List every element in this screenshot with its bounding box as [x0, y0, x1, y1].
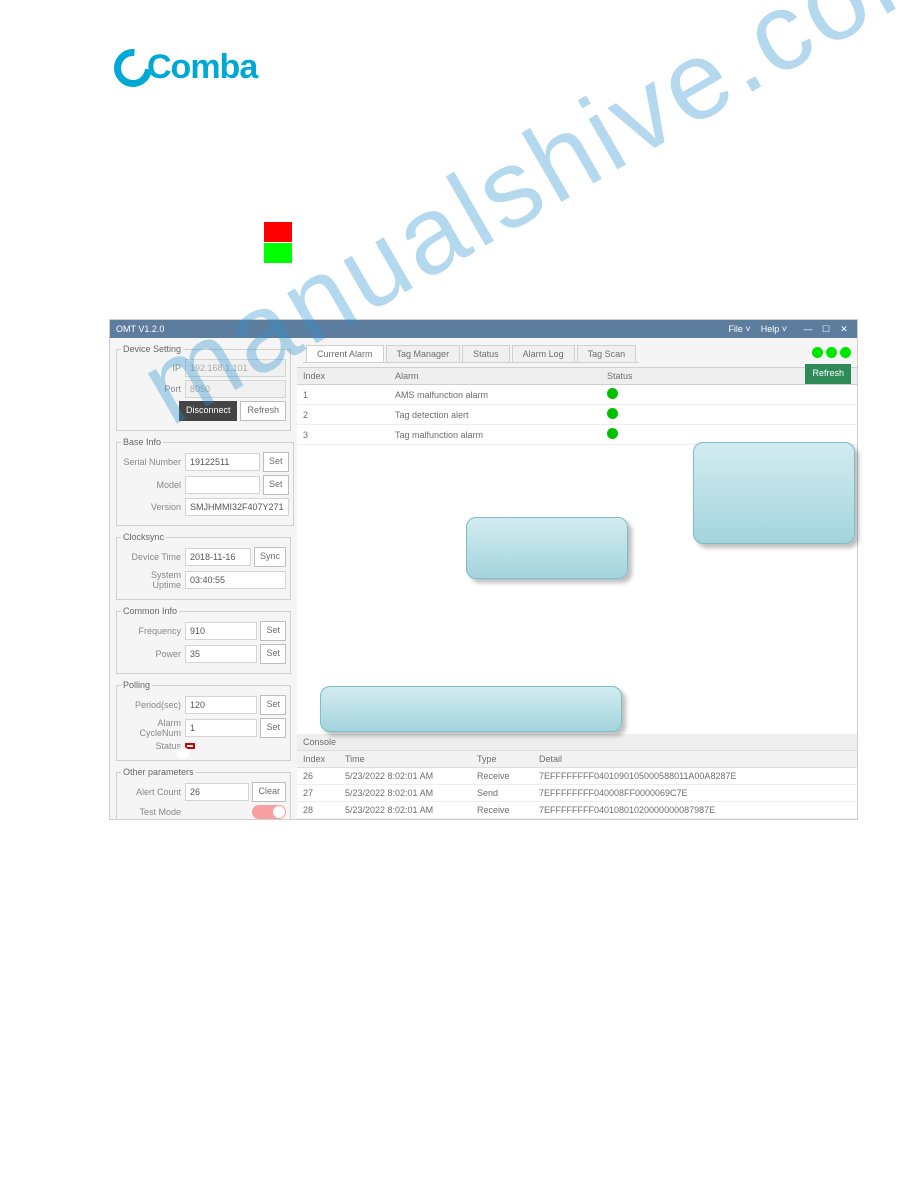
cycle-input[interactable]: 1 — [185, 719, 257, 737]
sidebar: Device Setting IP 192.168.1.101 Port 805… — [110, 338, 297, 819]
tab-tag-manager[interactable]: Tag Manager — [386, 345, 461, 362]
tab-alarm-log[interactable]: Alarm Log — [512, 345, 575, 362]
status-dots — [812, 347, 851, 358]
window-minimize[interactable]: — — [801, 324, 815, 334]
refresh-button[interactable]: Refresh — [240, 401, 286, 421]
col-status: Status — [601, 368, 683, 384]
status-dot-icon — [826, 347, 837, 358]
port-label: Port — [121, 384, 185, 394]
serial-input[interactable]: 19122511 — [185, 453, 260, 471]
alarm-row[interactable]: 2 Tag detection alert — [297, 405, 857, 425]
console-row: 27 5/23/2022 8:02:01 AM Send 7EFFFFFFFF0… — [297, 785, 857, 802]
callout-bubble — [693, 442, 855, 544]
console-panel: Console Index Time Type Detail 26 5/23/2… — [297, 734, 857, 819]
col-index: Index — [297, 368, 389, 384]
callout-bubble — [466, 517, 628, 579]
menu-file[interactable]: File ˅ — [728, 324, 750, 334]
window-title: OMT V1.2.0 — [116, 324, 164, 334]
freq-label: Frequency — [121, 626, 185, 636]
window-close[interactable]: ✕ — [837, 324, 851, 335]
power-input[interactable]: 35 — [185, 645, 257, 663]
console-col-time: Time — [339, 751, 471, 767]
ip-input[interactable]: 192.168.1.101 — [185, 359, 286, 377]
console-row: 26 5/23/2022 8:02:01 AM Receive 7EFFFFFF… — [297, 768, 857, 785]
disconnect-button[interactable]: Disconnect — [179, 401, 238, 421]
window-maximize[interactable]: ☐ — [819, 324, 833, 335]
clear-button[interactable]: Clear — [252, 782, 286, 802]
uptime-input[interactable]: 03:40:55 — [185, 571, 286, 589]
group-legend: Polling — [121, 680, 152, 690]
serial-set-button[interactable]: Set — [263, 452, 289, 472]
group-legend: Clocksync — [121, 532, 166, 542]
status-green-icon — [607, 408, 618, 419]
callout-bubble — [320, 686, 622, 732]
power-set-button[interactable]: Set — [260, 644, 286, 664]
testmode-toggle[interactable] — [252, 805, 286, 819]
cycle-label: Alarm CycleNum — [121, 718, 185, 738]
model-label: Model — [121, 480, 185, 490]
console-caption: Console — [297, 734, 857, 750]
tabbar: Current Alarm Tag Manager Status Alarm L… — [303, 342, 639, 363]
legend-green-square — [264, 243, 292, 263]
main-refresh-button[interactable]: Refresh — [805, 364, 851, 384]
group-common-info: Common Info Frequency 910 Set Power 35 S… — [116, 606, 291, 674]
model-input[interactable] — [185, 476, 260, 494]
tab-current-alarm[interactable]: Current Alarm — [306, 345, 384, 362]
power-label: Power — [121, 649, 185, 659]
group-legend: Common Info — [121, 606, 179, 616]
port-input[interactable]: 8050 — [185, 380, 286, 398]
status-green-icon — [607, 388, 618, 399]
status-green-icon — [607, 428, 618, 439]
testmode-label: Test Mode — [121, 807, 185, 817]
devtime-label: Device Time — [121, 552, 185, 562]
cycle-set-button[interactable]: Set — [260, 718, 286, 738]
period-label: Period(sec) — [121, 700, 185, 710]
col-alarm: Alarm — [389, 368, 601, 384]
console-col-type: Type — [471, 751, 533, 767]
period-set-button[interactable]: Set — [260, 695, 286, 715]
brand-text: Comba — [147, 48, 257, 87]
pollstatus-highlight — [185, 743, 195, 749]
status-dot-icon — [812, 347, 823, 358]
devtime-input[interactable]: 2018-11-16 22:39:52 — [185, 548, 251, 566]
titlebar: OMT V1.2.0 File ˅ Help ˅ — ☐ ✕ — [110, 320, 857, 338]
serial-label: Serial Number — [121, 457, 185, 467]
group-legend: Base Info — [121, 437, 163, 447]
group-other: Other parameters Alert Count 26 Clear Te… — [116, 767, 291, 820]
group-legend: Other parameters — [121, 767, 196, 777]
alarm-row[interactable]: 1 AMS malfunction alarm — [297, 385, 857, 405]
tab-status[interactable]: Status — [462, 345, 510, 362]
console-row: 28 5/23/2022 8:02:01 AM Receive 7EFFFFFF… — [297, 802, 857, 819]
version-label: Version — [121, 502, 185, 512]
uptime-label: System Uptime — [121, 570, 185, 590]
console-col-detail: Detail — [533, 751, 857, 767]
brand-logo: Comba — [114, 48, 257, 87]
menu-help[interactable]: Help ˅ — [761, 324, 787, 334]
group-legend: Device Setting — [121, 344, 183, 354]
group-base-info: Base Info Serial Number 19122511 Set Mod… — [116, 437, 294, 526]
version-input[interactable]: SMJHMMI32F407Y271 — [185, 498, 289, 516]
status-dot-icon — [840, 347, 851, 358]
ip-label: IP — [121, 363, 185, 373]
alertcount-label: Alert Count — [121, 787, 185, 797]
pollstatus-label: Status — [121, 741, 185, 751]
group-clocksync: Clocksync Device Time 2018-11-16 22:39:5… — [116, 532, 291, 600]
group-device-setting: Device Setting IP 192.168.1.101 Port 805… — [116, 344, 291, 431]
period-input[interactable]: 120 — [185, 696, 257, 714]
group-polling: Polling Period(sec) 120 Set Alarm CycleN… — [116, 680, 291, 761]
freq-set-button[interactable]: Set — [260, 621, 286, 641]
tab-tag-scan[interactable]: Tag Scan — [577, 345, 637, 362]
freq-input[interactable]: 910 — [185, 622, 257, 640]
console-col-index: Index — [297, 751, 339, 767]
legend-red-square — [264, 222, 292, 242]
alertcount-input[interactable]: 26 — [185, 783, 249, 801]
sync-button[interactable]: Sync — [254, 547, 286, 567]
model-set-button[interactable]: Set — [263, 475, 289, 495]
